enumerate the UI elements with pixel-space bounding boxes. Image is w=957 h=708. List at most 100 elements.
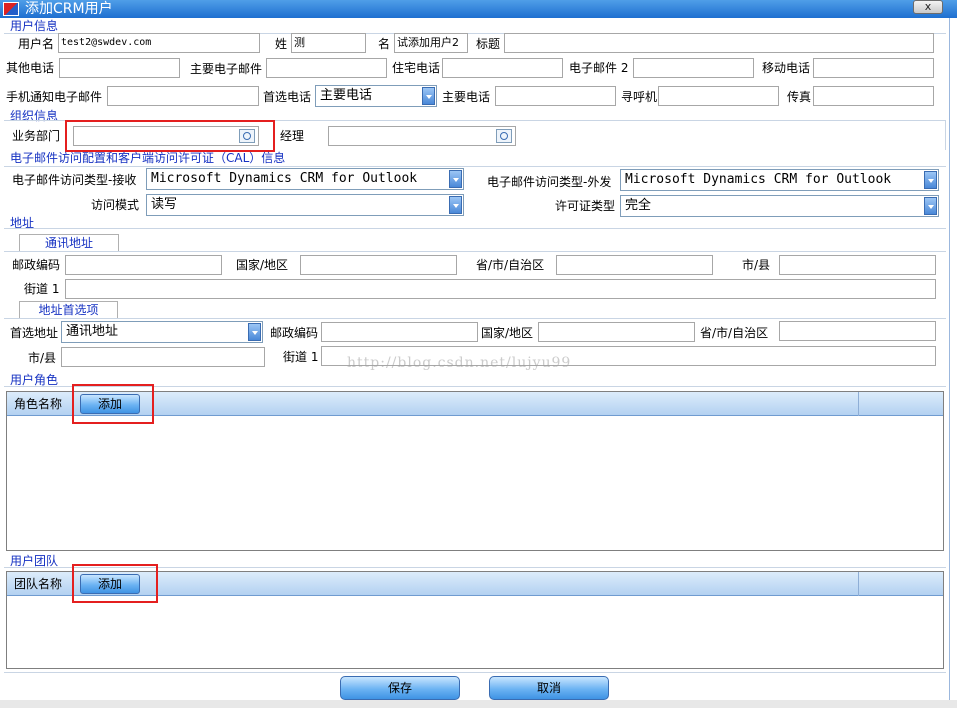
highlight-box [72, 384, 154, 424]
outgoing-value: Microsoft Dynamics CRM for Outlook [625, 172, 892, 187]
incoming-label: 电子邮件访问类型-接收 [12, 173, 137, 187]
access-mode-value: 读写 [151, 197, 178, 212]
firstname-label: 名 [378, 37, 391, 51]
postal-code-field[interactable] [65, 255, 222, 275]
cancel-button[interactable]: 取消 [489, 676, 609, 700]
fax-label: 传真 [787, 90, 812, 104]
mobile-alert-email-field[interactable] [107, 86, 259, 106]
section-user-info: 用户信息 [10, 19, 59, 33]
mobile-label: 移动电话 [762, 61, 811, 75]
window-title: 添加CRM用户 [25, 1, 113, 17]
country-label: 国家/地区 [236, 258, 289, 272]
license-type-dropdown[interactable]: 完全 [620, 195, 939, 217]
divider [4, 672, 946, 673]
home-phone-label: 住宅电话 [392, 61, 441, 75]
access-mode-dropdown[interactable]: 读写 [146, 194, 464, 216]
column-separator [858, 572, 859, 596]
taskbar-strip [0, 700, 957, 708]
main-phone-label: 主要电话 [442, 90, 491, 104]
access-mode-label: 访问模式 [91, 198, 140, 212]
chevron-down-icon[interactable] [422, 87, 435, 105]
chevron-down-icon[interactable] [924, 197, 937, 215]
city-label: 市/县 [742, 258, 771, 272]
primary-email-label: 主要电子邮件 [190, 62, 263, 76]
pref-state-field[interactable] [779, 321, 936, 341]
pref-address-value: 通讯地址 [66, 324, 119, 339]
state-field[interactable] [556, 255, 713, 275]
save-button[interactable]: 保存 [340, 676, 460, 700]
title-bar: 添加CRM用户 x [0, 0, 957, 18]
title-label: 标题 [476, 37, 501, 51]
pref-city-field[interactable] [61, 347, 265, 367]
home-phone-field[interactable] [442, 58, 563, 78]
section-user-roles: 用户角色 [10, 373, 59, 387]
section-user-teams: 用户团队 [10, 554, 59, 568]
title-field[interactable] [504, 33, 934, 53]
state-label: 省/市/自治区 [476, 258, 545, 272]
divider [4, 251, 946, 252]
pager-field[interactable] [658, 86, 779, 106]
manager-label: 经理 [280, 129, 305, 143]
business-unit-label: 业务部门 [12, 129, 61, 143]
street1-field[interactable] [65, 279, 936, 299]
username-field[interactable]: test2@swdev.com [58, 33, 260, 53]
pref-country-label: 国家/地区 [481, 326, 534, 340]
email2-label: 电子邮件 2 [569, 61, 629, 75]
city-field[interactable] [779, 255, 936, 275]
role-name-column-header[interactable]: 角色名称 [14, 396, 62, 412]
license-type-value: 完全 [625, 198, 652, 213]
username-label: 用户名 [18, 37, 55, 51]
outgoing-label: 电子邮件访问类型-外发 [487, 175, 612, 189]
pref-country-field[interactable] [538, 322, 695, 342]
pref-address-dropdown[interactable]: 通讯地址 [61, 321, 263, 343]
lookup-icon[interactable] [496, 129, 512, 143]
pref-city-label: 市/县 [28, 351, 57, 365]
chevron-down-icon[interactable] [248, 323, 261, 341]
close-button[interactable]: x [913, 0, 943, 14]
app-logo-icon [3, 2, 19, 16]
manager-lookup[interactable] [328, 126, 516, 146]
chevron-down-icon[interactable] [449, 196, 462, 214]
preferred-phone-value: 主要电话 [320, 88, 373, 103]
pref-street1-label: 街道 1 [283, 350, 319, 364]
pager-label: 寻呼机 [621, 90, 658, 104]
tab-address-preferences[interactable]: 地址首选项 [19, 301, 118, 318]
other-phone-field[interactable] [59, 58, 180, 78]
pref-state-label: 省/市/自治区 [700, 326, 769, 340]
divider [4, 166, 946, 167]
divider [4, 318, 946, 319]
divider [945, 120, 946, 150]
divider [4, 228, 946, 229]
email2-field[interactable] [633, 58, 754, 78]
outgoing-dropdown[interactable]: Microsoft Dynamics CRM for Outlook [620, 169, 939, 191]
postal-code-label: 邮政编码 [12, 258, 61, 272]
pref-postal-field[interactable] [321, 322, 478, 342]
incoming-value: Microsoft Dynamics CRM for Outlook [151, 171, 418, 186]
preferred-phone-label: 首选电话 [263, 90, 312, 104]
license-type-label: 许可证类型 [555, 199, 616, 213]
section-email-cal: 电子邮件访问配置和客户端访问许可证（CAL）信息 [10, 151, 286, 165]
mobile-alert-email-label: 手机通知电子邮件 [6, 90, 103, 104]
column-separator [858, 392, 859, 416]
primary-email-field[interactable] [266, 58, 387, 78]
highlight-box [65, 120, 275, 152]
fax-field[interactable] [813, 86, 934, 106]
incoming-dropdown[interactable]: Microsoft Dynamics CRM for Outlook [146, 168, 464, 190]
street1-label: 街道 1 [24, 282, 60, 296]
tab-mailing-address[interactable]: 通讯地址 [19, 234, 119, 251]
watermark: http://blog.csdn.net/lujyu99 [347, 355, 572, 371]
preferred-phone-dropdown[interactable]: 主要电话 [315, 85, 437, 107]
other-phone-label: 其他电话 [6, 61, 55, 75]
lastname-field[interactable]: 测 [291, 33, 366, 53]
pref-address-label: 首选地址 [10, 326, 59, 340]
firstname-field[interactable]: 试添加用户2 [394, 33, 468, 53]
chevron-down-icon[interactable] [449, 170, 462, 188]
highlight-box [72, 564, 158, 603]
main-phone-field[interactable] [495, 86, 616, 106]
pref-postal-label: 邮政编码 [270, 326, 319, 340]
mobile-field[interactable] [813, 58, 934, 78]
chevron-down-icon[interactable] [924, 171, 937, 189]
lastname-label: 姓 [275, 37, 288, 51]
team-name-column-header[interactable]: 团队名称 [14, 576, 62, 592]
country-field[interactable] [300, 255, 457, 275]
